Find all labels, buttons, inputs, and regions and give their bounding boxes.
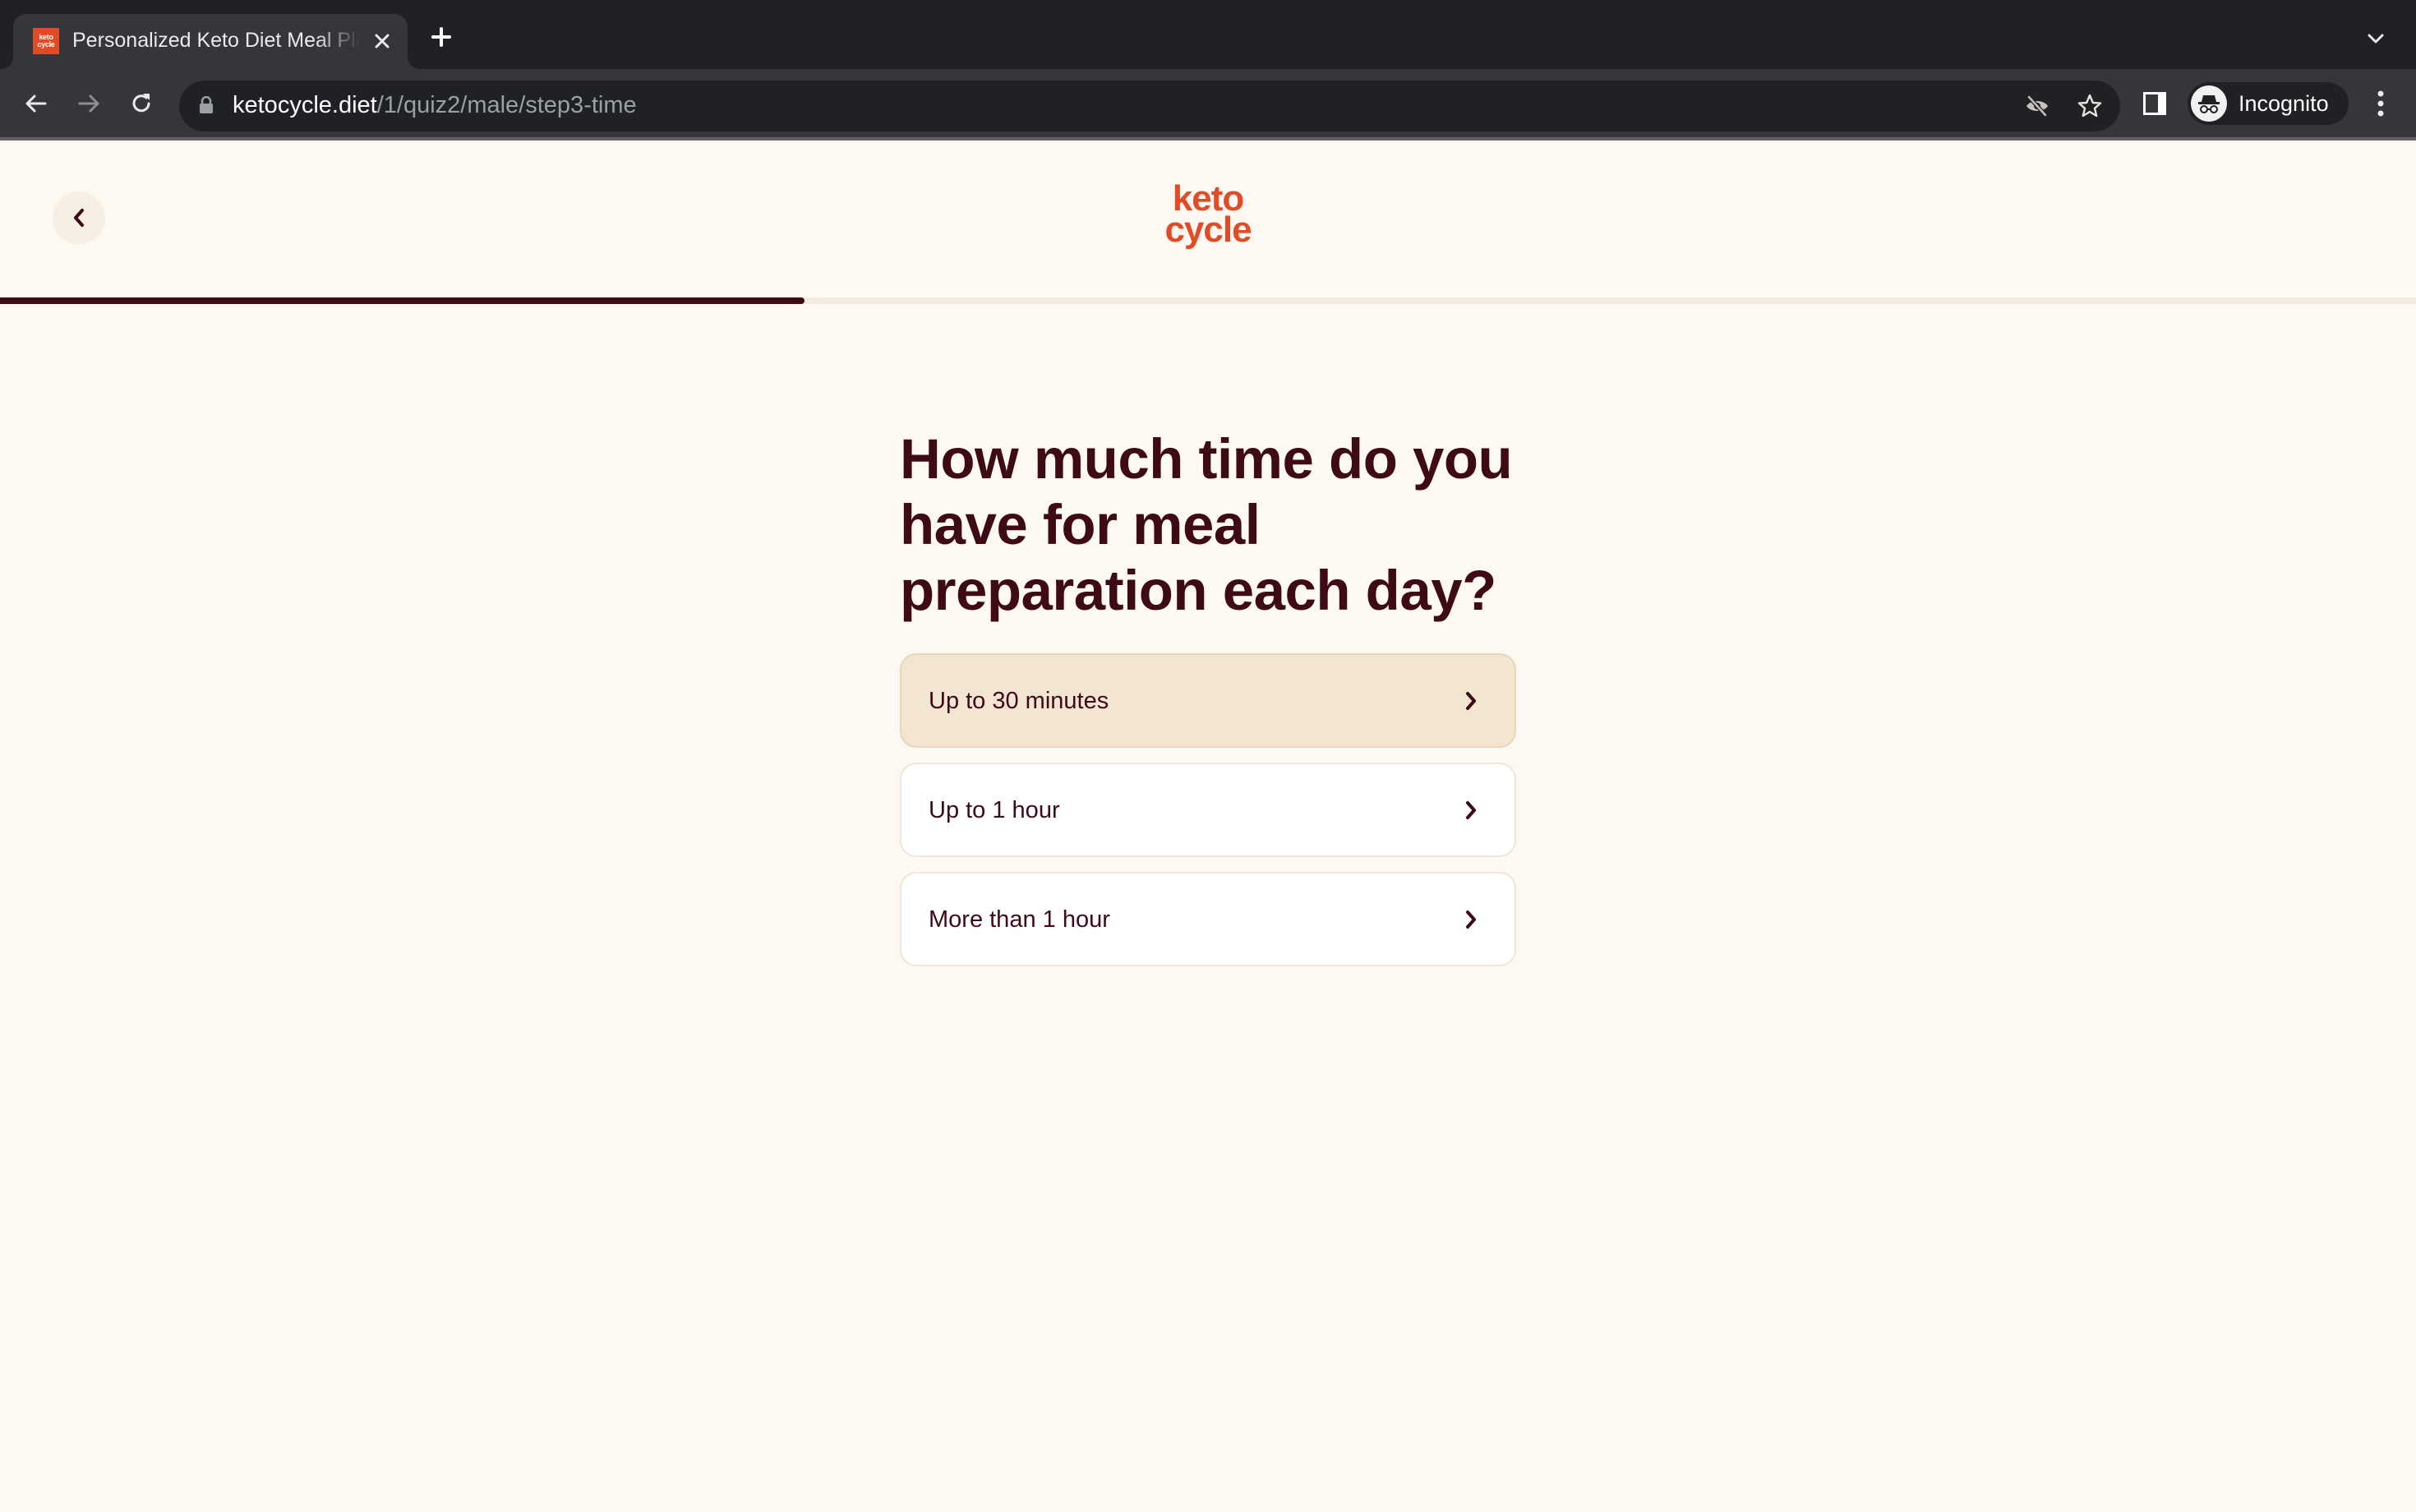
quiz-page: keto cycle How much time do you have for… bbox=[0, 141, 2416, 1512]
kebab-menu-icon bbox=[2377, 90, 2384, 117]
chevron-down-icon bbox=[2368, 34, 2384, 44]
reload-button[interactable] bbox=[123, 85, 159, 122]
back-arrow-icon bbox=[25, 94, 47, 113]
option-label: Up to 30 minutes bbox=[929, 688, 1109, 714]
tab-title: Personalized Keto Diet Meal Plan bbox=[72, 29, 360, 52]
close-icon bbox=[375, 34, 390, 48]
reload-icon bbox=[132, 94, 150, 113]
browser-toolbar: ketocycle.diet/1/quiz2/male/step3-time I… bbox=[0, 69, 2416, 137]
url-path: /1/quiz2/male/step3-time bbox=[376, 92, 637, 118]
quiz-progress-fill bbox=[0, 297, 805, 304]
option-up-to-30-minutes[interactable]: Up to 30 minutes bbox=[900, 653, 1516, 748]
incognito-icon bbox=[2191, 85, 2227, 122]
address-bar[interactable]: ketocycle.diet/1/quiz2/male/step3-time bbox=[179, 81, 2120, 131]
url-text[interactable]: ketocycle.diet/1/quiz2/male/step3-time bbox=[233, 92, 637, 119]
side-panel-icon[interactable] bbox=[2143, 92, 2166, 115]
chevron-right-icon bbox=[1466, 692, 1476, 710]
favicon-text-cycle: cycle bbox=[37, 40, 55, 48]
forward-nav-button[interactable] bbox=[71, 85, 107, 122]
url-host: ketocycle.diet bbox=[233, 92, 377, 118]
option-more-than-1-hour[interactable]: More than 1 hour bbox=[900, 872, 1516, 966]
tab-search-button[interactable] bbox=[2367, 30, 2385, 48]
profile-button[interactable]: Incognito bbox=[2188, 82, 2349, 125]
site-favicon: keto cycle bbox=[33, 28, 59, 54]
chevron-right-icon bbox=[1466, 801, 1476, 819]
quiz-back-button[interactable] bbox=[53, 191, 105, 244]
question-title: How much time do you have for meal prepa… bbox=[900, 427, 1513, 622]
star-icon[interactable] bbox=[2076, 92, 2104, 120]
option-label: More than 1 hour bbox=[929, 906, 1110, 933]
browser-menu-button[interactable] bbox=[2368, 87, 2393, 120]
browser-tab-strip: keto cycle Personalized Keto Diet Meal P… bbox=[0, 0, 2416, 69]
logo-text-cycle: cycle bbox=[1164, 210, 1252, 250]
back-nav-button[interactable] bbox=[18, 85, 54, 122]
tab-close-button[interactable] bbox=[368, 27, 396, 55]
chevron-left-icon bbox=[74, 209, 84, 227]
eye-off-icon[interactable] bbox=[2023, 92, 2051, 120]
browser-tab[interactable]: keto cycle Personalized Keto Diet Meal P… bbox=[0, 14, 421, 69]
quiz-progress-bar bbox=[0, 297, 2416, 304]
option-label: Up to 1 hour bbox=[929, 797, 1060, 823]
option-up-to-1-hour[interactable]: Up to 1 hour bbox=[900, 763, 1516, 857]
chevron-right-icon bbox=[1466, 910, 1476, 929]
forward-arrow-icon bbox=[78, 94, 99, 113]
lock-icon[interactable] bbox=[199, 96, 214, 114]
new-tab-button[interactable] bbox=[427, 23, 455, 51]
incognito-label: Incognito bbox=[2238, 91, 2329, 116]
keto-cycle-logo[interactable]: keto cycle bbox=[1150, 181, 1266, 252]
question-block: How much time do you have for meal prepa… bbox=[900, 426, 1516, 981]
